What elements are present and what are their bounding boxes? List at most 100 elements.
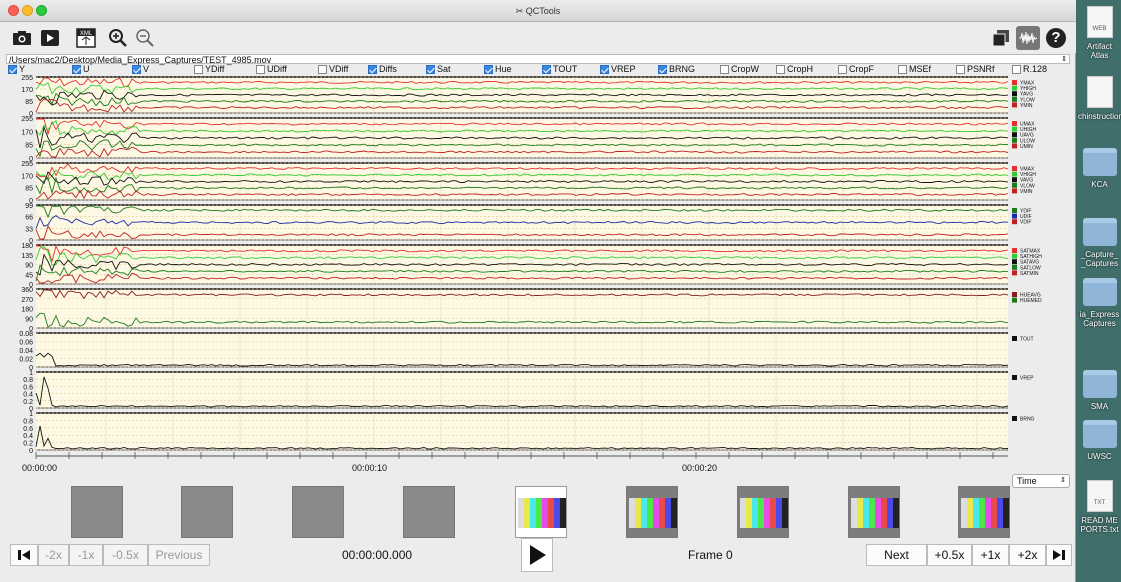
y-tick-label: 45 [25, 272, 33, 279]
file-path-select[interactable]: /Users/mac2/Desktop/Media_Express_Captur… [6, 54, 1070, 65]
folder-icon [1082, 278, 1117, 306]
y-tick-label: 360 [21, 287, 33, 294]
help-icon[interactable]: ? [1044, 26, 1068, 50]
frame-thumbnail[interactable] [292, 486, 344, 538]
legend-label: UMIN [1020, 144, 1033, 150]
legend-swatch [1012, 96, 1017, 102]
checkbox-icon [318, 65, 327, 74]
desktop-item[interactable]: chinstructions [1078, 76, 1121, 121]
minimize-window-button[interactable] [22, 5, 33, 16]
graphs-area[interactable]: 255170850YMAXYHIGHYAVGYLOWYMIN255170850U… [0, 74, 1076, 459]
legend-swatch [1012, 248, 1017, 253]
step-forward-icon [1053, 550, 1065, 560]
desktop-item[interactable]: TXT READ ME PORTS.txt [1078, 480, 1121, 534]
frame-thumbnail[interactable] [71, 486, 123, 538]
y-tick-label: 0.4 [23, 433, 33, 440]
legend-label: VMIN [1020, 189, 1033, 195]
legend-swatch [1012, 253, 1017, 259]
checkbox-icon [484, 65, 493, 74]
y-tick-label: 170 [21, 87, 33, 94]
checkbox-icon [600, 65, 609, 74]
toolbar: XML ? [0, 22, 1076, 53]
graph-panel-umax: 255170850UMAXUHIGHUAVGULOWUMIN [21, 116, 1036, 163]
previous-button[interactable]: Previous [148, 544, 210, 566]
frame-thumbnail[interactable] [737, 486, 789, 538]
y-tick-label: 0.6 [23, 384, 33, 391]
close-window-button[interactable] [8, 5, 19, 16]
document-icon [1086, 76, 1113, 108]
checkbox-icon [132, 65, 141, 74]
y-tick-label: 0.08 [19, 331, 33, 338]
legend-swatch [1012, 182, 1017, 188]
desktop-item[interactable]: ia_Express Captures [1078, 278, 1121, 328]
zoom-in-icon[interactable] [106, 26, 130, 50]
y-tick-label: 1 [29, 411, 33, 418]
graph-panel-ymax: 255170850YMAXYHIGHYAVGYLOWYMIN [21, 75, 1036, 118]
desktop-item[interactable]: KCA [1078, 148, 1121, 189]
legend-swatch [1012, 208, 1017, 213]
next-button[interactable]: Next [866, 544, 927, 566]
speed-plus05x-button[interactable]: +0.5x [927, 544, 972, 566]
desktop-item[interactable]: UWSC [1078, 420, 1121, 461]
folder-icon [1082, 148, 1117, 176]
document-icon: TXT [1086, 480, 1113, 512]
frame-thumbnail[interactable] [626, 486, 678, 538]
legend-swatch [1012, 102, 1017, 108]
play-button[interactable] [521, 538, 553, 572]
film-icon: ✂ [515, 6, 524, 16]
step-back-icon [18, 550, 30, 560]
frame-thumbnail[interactable] [848, 486, 900, 538]
windows-icon[interactable] [989, 26, 1013, 50]
graph-panel-satmax: 18013590450SATMAXSATHIGHSATAVGSATLOWSATM… [21, 243, 1042, 289]
zoom-out-icon[interactable] [133, 26, 157, 50]
waveform-icon[interactable] [1016, 26, 1040, 50]
y-tick-label: 66 [25, 215, 33, 222]
legend-swatch [1012, 132, 1017, 138]
time-select[interactable]: Time ⇕ [1012, 474, 1070, 488]
desktop-item-label: READ ME PORTS.txt [1080, 516, 1119, 534]
desktop-item-label: _Capture_ _Captures [1080, 250, 1119, 268]
speed-minus1x-button[interactable]: -1x [69, 544, 103, 566]
zoom-window-button[interactable] [36, 5, 47, 16]
frame-thumbnail[interactable] [958, 486, 1010, 538]
timecode-display: 00:00:00.000 [342, 548, 413, 562]
frame-thumbnail[interactable] [515, 486, 567, 538]
desktop-item[interactable]: SMA [1078, 370, 1121, 411]
checkbox-icon [776, 65, 785, 74]
y-tick-label: 33 [25, 226, 33, 233]
next-frame-button[interactable] [1046, 544, 1072, 566]
speed-minus05x-button[interactable]: -0.5x [103, 544, 148, 566]
legend-label: VREP [1020, 376, 1034, 382]
legend-label: YMIN [1020, 103, 1033, 109]
y-tick-label: 85 [25, 99, 33, 106]
legend-swatch [1012, 85, 1017, 91]
y-tick-label: 0.2 [23, 441, 33, 448]
frame-thumbnail[interactable] [403, 486, 455, 538]
y-tick-label: 0.06 [19, 340, 33, 347]
speed-minus2x-button[interactable]: -2x [38, 544, 69, 566]
plot-background [36, 413, 1008, 450]
folder-icon [1082, 420, 1117, 448]
speed-plus2x-button[interactable]: +2x [1009, 544, 1046, 566]
legend-label: HUEMED [1020, 298, 1042, 304]
y-tick-label: 99 [25, 203, 33, 210]
graph-panel-brng: 10.80.60.40.20 BRNG [23, 411, 1034, 455]
graph-panel-vrep: 10.80.60.40.20VREP [23, 370, 1034, 413]
desktop-item[interactable]: _Capture_ _Captures [1078, 218, 1121, 268]
export-icon[interactable] [38, 26, 62, 50]
y-tick-label: 0.04 [19, 348, 33, 355]
camera-icon[interactable] [10, 26, 34, 50]
y-tick-label: 255 [21, 161, 33, 168]
speed-plus1x-button[interactable]: +1x [972, 544, 1009, 566]
legend-swatch [1012, 177, 1017, 183]
desktop-item-label: ia_Express Captures [1079, 310, 1120, 328]
legend-swatch [1012, 297, 1017, 303]
legend-swatch [1012, 270, 1017, 276]
xml-icon[interactable]: XML [74, 26, 98, 50]
xml-label: XML [80, 31, 93, 37]
desktop-item[interactable]: WEB Artifact Atlas [1078, 6, 1121, 60]
previous-frame-button[interactable] [10, 544, 38, 566]
checkbox-icon [956, 65, 965, 74]
legend-swatch [1012, 292, 1017, 297]
frame-thumbnail[interactable] [181, 486, 233, 538]
